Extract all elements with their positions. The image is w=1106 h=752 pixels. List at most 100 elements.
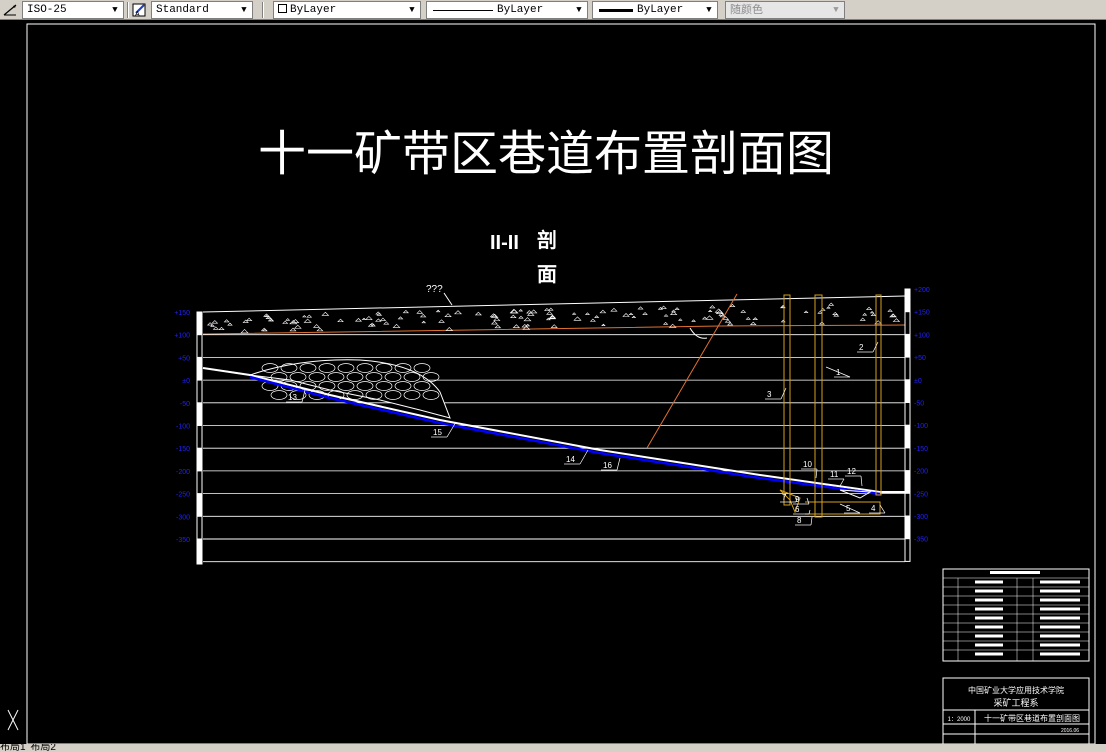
callout-leader — [579, 449, 589, 465]
layer-value: ByLayer — [278, 2, 336, 18]
callout-label: 6 — [795, 505, 800, 514]
ucs-icon — [7, 709, 19, 731]
title-block-school: 中国矿业大学应用技术学院 — [968, 685, 1064, 695]
lineweight-select[interactable]: ByLayer ▼ — [592, 1, 718, 19]
callout-leader — [860, 475, 863, 487]
callout-leader — [810, 516, 813, 526]
right-elevation-scale: +200 +150 +100 +50 ±0 -50 -100 -150 -200 -250 -300… — [904, 287, 930, 562]
callout-label: 8 — [797, 516, 802, 525]
text-style-icon[interactable]: A — [132, 2, 148, 18]
callout-label: 14 — [566, 455, 575, 464]
section-char2: 面 — [537, 264, 557, 286]
drawing-title: 十一矿带区巷道布置剖面图 — [258, 128, 834, 181]
callout-label: 7 — [782, 493, 787, 502]
scale-label: +200 — [914, 287, 930, 294]
callout-leader — [806, 497, 810, 505]
callout-leader — [808, 509, 811, 515]
main-roadway — [805, 501, 881, 515]
scale-segment — [904, 356, 911, 381]
chevron-down-icon[interactable]: ▼ — [703, 3, 715, 17]
title-block: 中国矿业大学应用技术学院 采矿工程系 1：2000 十一矿带区巷道布置剖面图 2… — [942, 677, 1090, 744]
legend-cell-bar — [975, 643, 1003, 647]
scale-segment — [904, 492, 911, 517]
scale-segment — [904, 538, 911, 562]
scale-label: +100 — [914, 332, 930, 339]
callout-label: 5 — [846, 504, 851, 513]
tab-layout1[interactable]: 布局1 — [0, 744, 26, 752]
scale-label: -50 — [914, 401, 924, 408]
section-prefix: II-II — [490, 232, 519, 254]
callout-label: 16 — [603, 461, 612, 470]
scale-label: +50 — [178, 355, 190, 362]
legend-header-bar — [990, 571, 1040, 574]
scale-label: -300 — [176, 514, 190, 521]
dim-style-icon[interactable] — [2, 2, 18, 18]
scale-label: -300 — [914, 514, 928, 521]
scale-label: -350 — [176, 537, 190, 544]
legend-cell-bar — [1040, 634, 1080, 638]
section-char1: 剖 — [537, 228, 557, 252]
plot-style-select[interactable]: 随颜色 ▼ — [725, 1, 845, 19]
scale-label: -150 — [914, 446, 928, 453]
callout-leader — [879, 504, 886, 514]
layer-value-text: ByLayer — [290, 4, 337, 16]
scale-label: -350 — [914, 537, 928, 544]
scale-segment — [196, 515, 203, 540]
legend-table — [942, 568, 1090, 662]
tab-layout2[interactable]: 布局2 — [30, 744, 56, 752]
scale-label: -200 — [176, 469, 190, 476]
lineweight-value: ByLayer — [637, 4, 684, 16]
chevron-down-icon[interactable]: ▼ — [406, 3, 418, 17]
left-elevation-scale: +150 +100 +50 ±0 -50 -100 -150 -200 -250 -300 -350 — [174, 310, 203, 565]
section-drawing: 十一矿带区巷道布置剖面图 II-II 剖 面 ??? +150 +100 +50 ±0… — [7, 23, 1096, 744]
scale-label: +150 — [914, 310, 930, 317]
chevron-down-icon[interactable]: ▼ — [830, 3, 842, 17]
legend-cell-bar — [975, 598, 1003, 602]
scale-label: -250 — [914, 491, 928, 498]
callout-label: 9 — [795, 495, 800, 504]
title-block-name: 十一矿带区巷道布置剖面图 — [984, 713, 1080, 723]
legend-cell-bar — [1040, 607, 1080, 611]
text-style-select[interactable]: Standard ▼ — [151, 1, 253, 19]
toolbar-separator — [262, 2, 264, 18]
scale-label: -100 — [914, 423, 928, 430]
scale-label: +150 — [174, 310, 190, 317]
scale-label: ±0 — [914, 378, 922, 385]
scale-label: -150 — [176, 446, 190, 453]
title-block-date: 2016.06 — [1061, 728, 1079, 734]
callout-leader — [839, 478, 845, 487]
caved-zone — [249, 359, 451, 419]
chevron-down-icon[interactable]: ▼ — [573, 3, 585, 17]
drawing-canvas[interactable]: 十一矿带区巷道布置剖面图 II-II 剖 面 ??? +150 +100 +50 ±0… — [0, 20, 1106, 744]
caved-rock-piece — [413, 363, 431, 373]
scale-label: -50 — [180, 401, 190, 408]
title-block-ratio: 1：2000 — [948, 717, 971, 723]
scale-label: -100 — [176, 424, 190, 431]
legend-cell-bar — [975, 625, 1003, 629]
linetype-value: ByLayer — [497, 4, 544, 16]
legend-cell-bar — [1040, 643, 1080, 647]
lineweight-preview-icon — [599, 9, 633, 12]
shaft-left — [783, 294, 791, 506]
caved-rock-piece — [270, 390, 288, 400]
legend-cell-bar — [975, 589, 1003, 593]
callout-label: 2 — [859, 343, 864, 352]
color-swatch-icon — [278, 4, 287, 13]
legend-cell-bar — [1040, 652, 1080, 656]
surface-label: ??? — [426, 284, 443, 295]
callout-leader — [815, 468, 818, 479]
layer-select[interactable]: ByLayer ▼ — [273, 1, 421, 19]
scale-label: -200 — [914, 469, 928, 476]
dim-style-select[interactable]: ISO-25 ▼ — [22, 1, 124, 19]
legend-cell-bar — [1040, 616, 1080, 620]
layout-tabs: 布局1 布局2 — [0, 744, 1106, 752]
scale-label: +100 — [174, 333, 190, 340]
chevron-down-icon[interactable]: ▼ — [109, 3, 121, 17]
scale-segment — [196, 425, 203, 449]
chevron-down-icon[interactable]: ▼ — [238, 3, 250, 17]
linetype-select[interactable]: ByLayer ▼ — [426, 1, 588, 19]
callout-label: 11 — [830, 470, 839, 479]
scale-segment — [196, 470, 203, 495]
properties-toolbar: ISO-25 ▼ A Standard ▼ ByLayer ▼ ByLayer … — [0, 0, 1106, 20]
legend-cell-bar — [975, 580, 1003, 584]
